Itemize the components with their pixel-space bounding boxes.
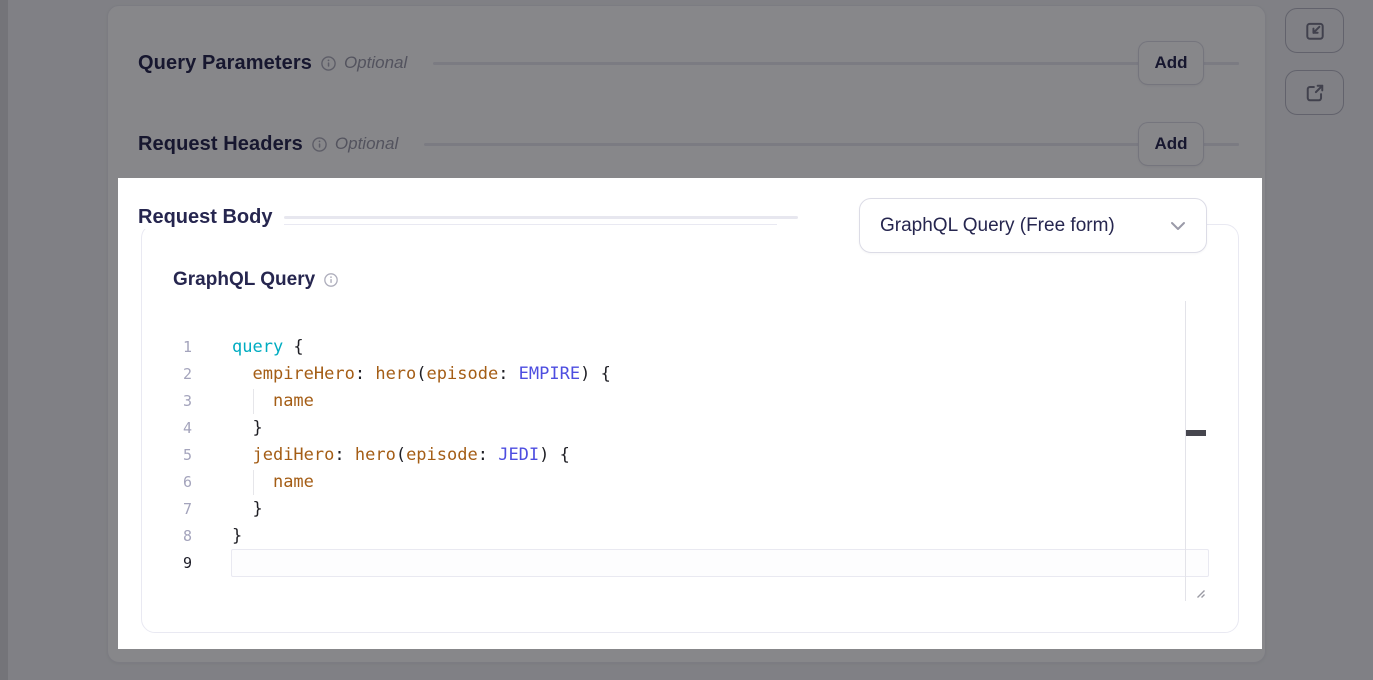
active-line-highlight xyxy=(231,549,1209,577)
request-body-type-value: GraphQL Query (Free form) xyxy=(880,215,1170,237)
query-parameters-title: Query Parameters xyxy=(138,52,312,75)
divider-gap xyxy=(777,222,859,232)
code-line[interactable]: 6 name xyxy=(142,469,1238,496)
request-headers-title: Request Headers xyxy=(138,133,303,156)
line-number: 4 xyxy=(160,415,192,442)
external-link-icon xyxy=(1304,82,1326,104)
code-line[interactable]: 8} xyxy=(142,523,1238,550)
page-edge-strip xyxy=(0,0,8,680)
code-line-text: jediHero: hero(episode: JEDI) { xyxy=(232,442,570,469)
request-body-header: Request Body xyxy=(138,206,798,229)
graphql-query-panel: GraphQL Query 1query {2 empireHero: hero… xyxy=(141,224,1239,633)
section-divider xyxy=(433,62,1239,65)
code-line[interactable]: 3 name xyxy=(142,388,1238,415)
open-external-button[interactable] xyxy=(1285,70,1344,115)
section-divider xyxy=(284,216,798,219)
code-line-text: name xyxy=(232,388,314,415)
line-number: 5 xyxy=(160,442,192,469)
info-icon[interactable] xyxy=(312,137,327,152)
graphql-code-editor[interactable]: 1query {2 empireHero: hero(episode: EMPI… xyxy=(142,334,1238,594)
line-number: 8 xyxy=(160,523,192,550)
code-line[interactable]: 9 xyxy=(142,550,1238,577)
editor-scrollbar-track xyxy=(1185,301,1186,601)
resource-settings-card: Query Parameters Optional Add Request He… xyxy=(107,5,1266,663)
collapse-editor-button[interactable] xyxy=(1285,8,1344,53)
section-divider xyxy=(424,143,1239,146)
info-icon[interactable] xyxy=(324,273,338,287)
code-line-text: query { xyxy=(232,334,304,361)
request-headers-row: Request Headers Optional Add xyxy=(138,122,1239,166)
code-line[interactable]: 7 } xyxy=(142,496,1238,523)
optional-badge: Optional xyxy=(335,134,398,154)
editor-scrollbar-thumb[interactable] xyxy=(1186,430,1206,436)
code-line-text: } xyxy=(232,415,263,442)
line-number: 3 xyxy=(160,388,192,415)
code-line-text: } xyxy=(232,523,242,550)
optional-badge: Optional xyxy=(344,53,407,73)
line-number: 9 xyxy=(160,550,192,577)
line-number: 7 xyxy=(160,496,192,523)
code-line[interactable]: 1 query { xyxy=(142,334,1238,361)
chevron-down-icon xyxy=(1170,221,1186,231)
code-line-text: name xyxy=(232,469,314,496)
code-line[interactable]: 2 empireHero: hero(episode: EMPIRE) { xyxy=(142,361,1238,388)
code-line[interactable]: 4 } xyxy=(142,415,1238,442)
code-line-text: } xyxy=(232,496,263,523)
add-query-parameter-button[interactable]: Add xyxy=(1138,41,1204,85)
collapse-into-icon xyxy=(1304,20,1326,42)
query-parameters-row: Query Parameters Optional Add xyxy=(138,41,1239,85)
code-line[interactable]: 5 jediHero: hero(episode: JEDI) { xyxy=(142,442,1238,469)
request-body-title: Request Body xyxy=(138,206,284,229)
request-body-type-select[interactable]: GraphQL Query (Free form) xyxy=(859,198,1207,253)
graphql-query-label: GraphQL Query xyxy=(173,269,315,291)
add-request-header-button[interactable]: Add xyxy=(1138,122,1204,166)
section-divider xyxy=(1209,62,1239,65)
code-line-text: empireHero: hero(episode: EMPIRE) { xyxy=(232,361,611,388)
section-divider xyxy=(1209,143,1239,146)
line-number: 1 xyxy=(160,334,192,361)
line-number: 6 xyxy=(160,469,192,496)
resize-handle-icon[interactable] xyxy=(1192,585,1206,604)
info-icon[interactable] xyxy=(321,56,336,71)
line-number: 2 xyxy=(160,361,192,388)
